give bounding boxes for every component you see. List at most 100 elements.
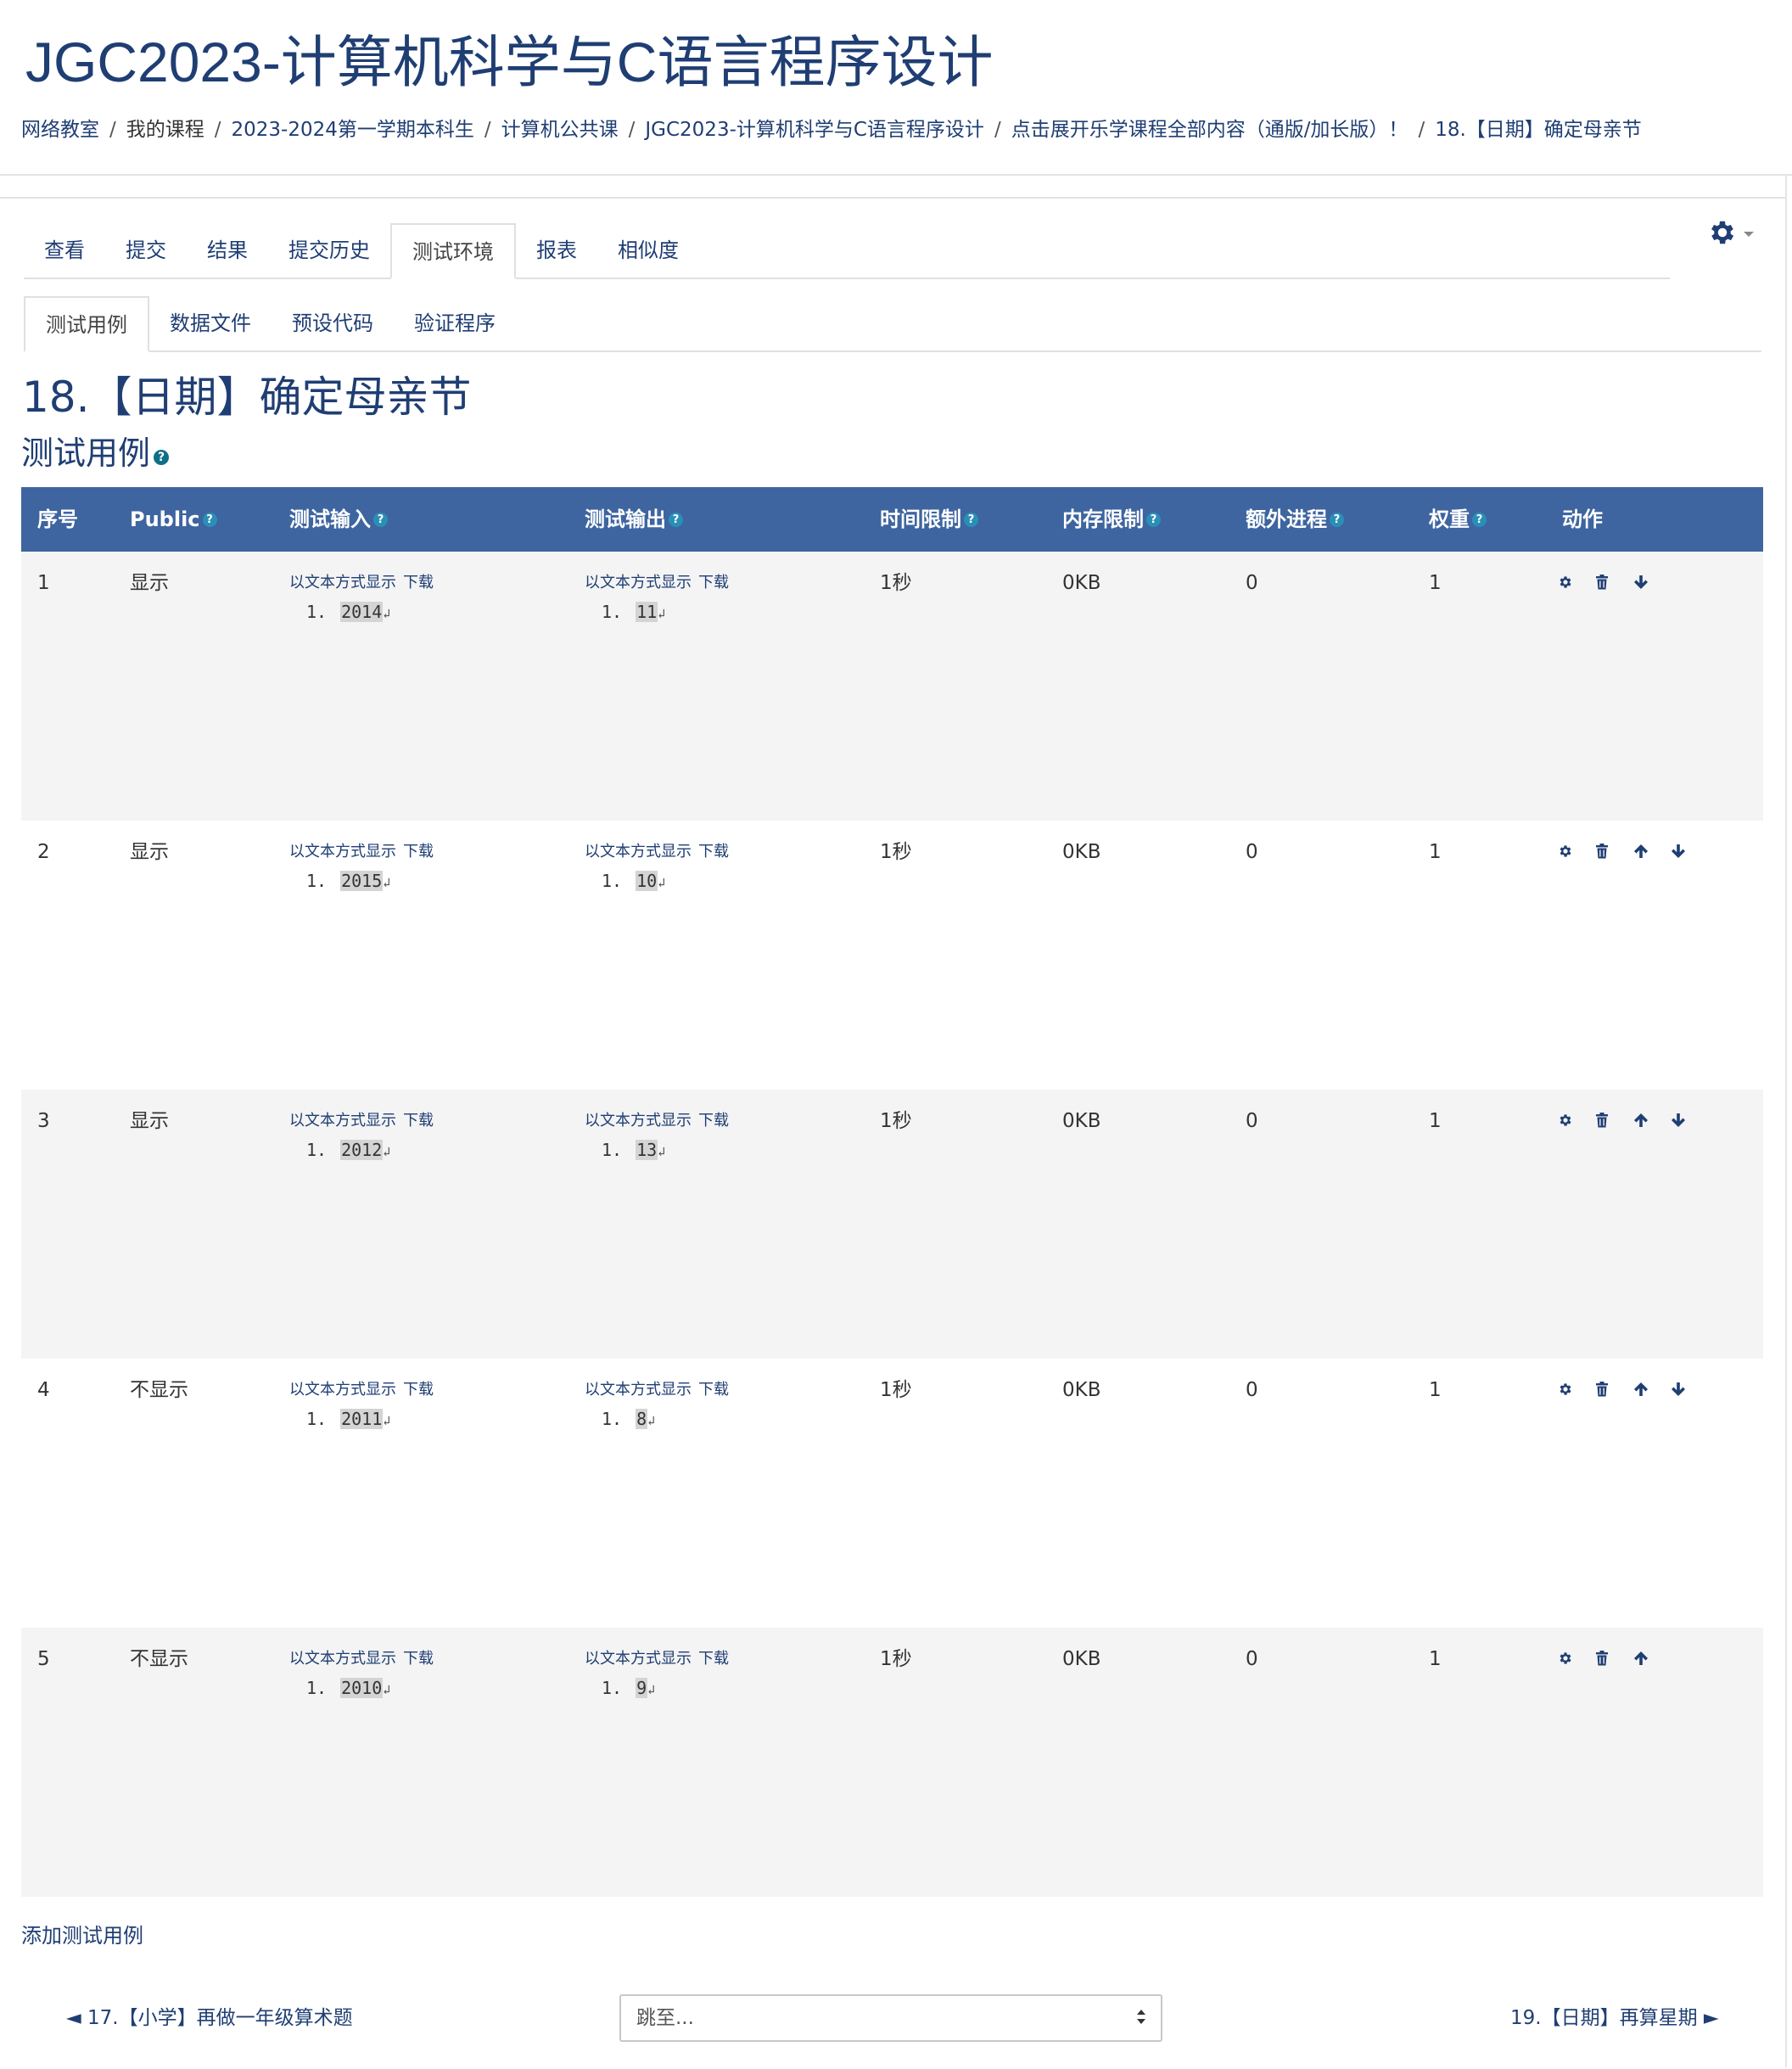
next-activity-link[interactable]: 19.【日期】再算星期 ► (1510, 2005, 1719, 2032)
jump-to-select[interactable]: 跳至... (619, 1994, 1162, 2042)
arrow-down-icon[interactable] (1670, 1108, 1707, 1132)
download-link[interactable]: 下载 (698, 1650, 729, 1668)
prev-activity-link[interactable]: ◄ 17.【小学】再做一年级算术题 (66, 2005, 353, 2032)
show-as-text-link[interactable]: 以文本方式显示 (289, 1650, 396, 1668)
row-actions (1558, 1377, 1707, 1401)
show-as-text-link[interactable]: 以文本方式显示 (585, 1381, 692, 1399)
gear-icon[interactable] (1558, 839, 1595, 863)
cell-input-links: 以文本方式显示 下载 (289, 570, 434, 596)
download-link[interactable]: 下载 (698, 1112, 729, 1130)
gear-icon[interactable] (1558, 570, 1595, 594)
cell-weight: 1 (1429, 1110, 1442, 1132)
tab-main-6[interactable]: 相似度 (597, 223, 699, 278)
show-as-text-link[interactable]: 以文本方式显示 (585, 574, 692, 592)
arrow-up-icon[interactable] (1632, 1108, 1670, 1132)
line-number: 1. (602, 871, 623, 891)
add-testcase-link[interactable]: 添加测试用例 (21, 1919, 143, 1948)
tab-sub-1[interactable]: 数据文件 (149, 296, 272, 350)
tab-main-5[interactable]: 报表 (516, 223, 597, 278)
download-link[interactable]: 下载 (403, 1381, 434, 1399)
arrow-down-icon[interactable] (1670, 839, 1707, 863)
show-as-text-link[interactable]: 以文本方式显示 (289, 1381, 396, 1399)
row-actions (1558, 570, 1670, 594)
trash-icon[interactable] (1595, 1377, 1632, 1401)
cell-weight: 1 (1429, 572, 1442, 594)
gear-icon[interactable] (1558, 1646, 1595, 1670)
help-icon[interactable]: ? (373, 512, 388, 527)
gear-icon (1711, 221, 1734, 244)
help-icon[interactable]: ? (202, 512, 217, 527)
cell-public: 显示 (130, 1110, 169, 1132)
download-link[interactable]: 下载 (403, 1650, 434, 1668)
breadcrumb-separator: / (1418, 119, 1425, 141)
cell-output-text: 11 (636, 602, 658, 622)
cell-extra: 0 (1246, 1648, 1258, 1670)
cell-input-text: 2010 (340, 1678, 384, 1698)
show-as-text-link[interactable]: 以文本方式显示 (289, 574, 396, 592)
tab-main-1[interactable]: 提交 (105, 223, 187, 278)
show-as-text-link[interactable]: 以文本方式显示 (289, 1112, 396, 1130)
breadcrumb-separator: / (994, 119, 1001, 141)
header-public: Public? (130, 487, 217, 552)
help-icon[interactable]: ? (1472, 512, 1487, 527)
tab-sub-0[interactable]: 测试用例 (24, 296, 149, 352)
cell-input-text: 2012 (340, 1140, 384, 1160)
arrow-down-icon[interactable] (1670, 1377, 1707, 1401)
breadcrumb-item[interactable]: 网络教室 (21, 119, 99, 141)
download-link[interactable]: 下载 (698, 843, 729, 861)
download-link[interactable]: 下载 (698, 574, 729, 592)
help-icon[interactable]: ? (1146, 512, 1161, 527)
help-icon[interactable]: ? (1330, 512, 1344, 527)
cell-time: 1秒 (880, 1379, 912, 1401)
download-link[interactable]: 下载 (403, 1112, 434, 1130)
breadcrumb-item[interactable]: 点击展开乐学课程全部内容（通版/加长版）！ (1011, 119, 1408, 141)
help-icon[interactable]: ? (669, 512, 683, 527)
breadcrumb-item[interactable]: 计算机公共课 (501, 119, 619, 141)
gear-icon[interactable] (1558, 1108, 1595, 1132)
cell-input-value: 1. 2014↲ (306, 599, 390, 626)
cell-memory: 0KB (1062, 1110, 1101, 1132)
tab-sub-2[interactable]: 预设代码 (272, 296, 394, 350)
breadcrumb-item[interactable]: JGC2023-计算机科学与C语言程序设计 (645, 119, 984, 141)
arrow-up-icon[interactable] (1632, 839, 1670, 863)
trash-icon[interactable] (1595, 1108, 1632, 1132)
breadcrumb-item[interactable]: 2023-2024第一学期本科生 (232, 119, 474, 141)
show-as-text-link[interactable]: 以文本方式显示 (585, 1650, 692, 1668)
help-icon[interactable]: ? (154, 450, 170, 465)
show-as-text-link[interactable]: 以文本方式显示 (289, 843, 396, 861)
cell-seq: 1 (37, 572, 50, 594)
tab-sub-3[interactable]: 验证程序 (394, 296, 516, 350)
header-output-label: 测试输出 (585, 507, 666, 531)
download-link[interactable]: 下载 (698, 1381, 729, 1399)
select-arrows-icon (1137, 2010, 1145, 2027)
page-header: JGC2023-计算机科学与C语言程序设计 网络教室 / 我的课程 / 2023-202… (0, 0, 1792, 176)
cell-output-links: 以文本方式显示 下载 (585, 839, 729, 865)
show-as-text-link[interactable]: 以文本方式显示 (585, 1112, 692, 1130)
cell-output-value: 1. 10↲ (602, 868, 665, 895)
cell-memory: 0KB (1062, 1648, 1101, 1670)
tab-main-0[interactable]: 查看 (24, 223, 105, 278)
gear-icon[interactable] (1558, 1377, 1595, 1401)
cell-time: 1秒 (880, 1648, 912, 1670)
header-action: 动作 (1562, 487, 1603, 552)
trash-icon[interactable] (1595, 570, 1632, 594)
tab-main-2[interactable]: 结果 (187, 223, 268, 278)
header-seq: 序号 (37, 487, 78, 552)
trash-icon[interactable] (1595, 1646, 1632, 1670)
cell-public: 显示 (130, 841, 169, 863)
cell-output-text: 10 (636, 871, 658, 891)
tab-main-4[interactable]: 测试环境 (390, 223, 516, 279)
help-icon[interactable]: ? (964, 512, 978, 527)
tab-main-3[interactable]: 提交历史 (268, 223, 390, 278)
arrow-up-icon[interactable] (1632, 1377, 1670, 1401)
arrow-up-icon[interactable] (1632, 1646, 1670, 1670)
download-link[interactable]: 下载 (403, 843, 434, 861)
settings-menu-button[interactable] (1707, 217, 1758, 248)
breadcrumb-item[interactable]: 18.【日期】确定母亲节 (1435, 119, 1642, 141)
header-time: 时间限制? (880, 487, 978, 552)
arrow-down-icon[interactable] (1632, 570, 1670, 594)
header-extra: 额外进程? (1246, 487, 1344, 552)
show-as-text-link[interactable]: 以文本方式显示 (585, 843, 692, 861)
download-link[interactable]: 下载 (403, 574, 434, 592)
trash-icon[interactable] (1595, 839, 1632, 863)
